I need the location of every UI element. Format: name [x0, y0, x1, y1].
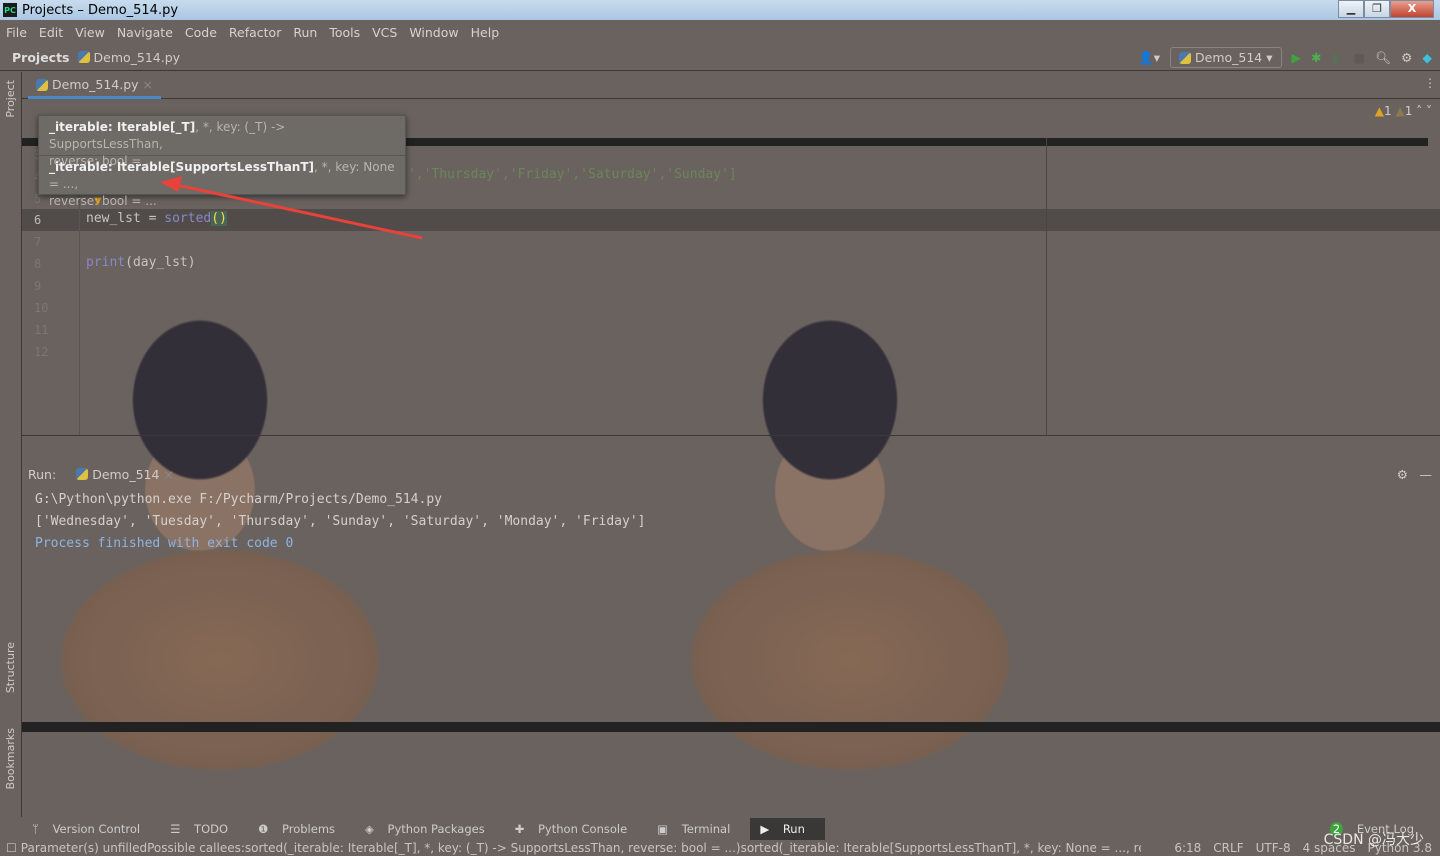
- tool-todo[interactable]: ☰ TODO: [160, 818, 248, 840]
- run-console-output[interactable]: G:\Python\python.exe F:/Pycharm/Projects…: [35, 489, 645, 555]
- gear-icon[interactable]: ⚙: [1397, 467, 1408, 482]
- arrow-shaft: [171, 182, 423, 240]
- tool-terminal[interactable]: ▣ Terminal: [647, 818, 750, 840]
- label: Terminal: [681, 822, 731, 836]
- line-separator[interactable]: CRLF: [1213, 841, 1243, 855]
- label: TODO: [194, 822, 229, 836]
- console-line: ['Wednesday', 'Tuesday', 'Thursday', 'Su…: [35, 514, 646, 529]
- panel-divider: [22, 722, 1440, 732]
- arrow-head: [160, 176, 182, 192]
- tool-python-console[interactable]: ✚ Python Console: [505, 818, 647, 840]
- python-icon: [76, 468, 89, 480]
- run-tab[interactable]: Demo_514: [92, 467, 159, 482]
- minimize-panel-icon[interactable]: —: [1420, 467, 1433, 482]
- status-message: Parameter(s) unfilledPossible callees:so…: [20, 841, 1141, 855]
- tool-python-packages[interactable]: ◈ Python Packages: [355, 818, 505, 840]
- status-toggle-icon[interactable]: ☐: [6, 841, 17, 855]
- tool-version-control[interactable]: ᛘ Version Control: [22, 818, 160, 840]
- watermark: CSDN @冯大少: [1323, 832, 1424, 848]
- label: Python Packages: [387, 822, 485, 836]
- run-label: Run:: [28, 466, 57, 482]
- status-bar: ☐ Parameter(s) unfilledPossible callees:…: [0, 840, 1440, 856]
- tool-window-bar: ᛘ Version Control ☰ TODO ❶ Problems ◈ Py…: [22, 818, 1440, 840]
- label: Problems: [282, 822, 336, 836]
- tool-run[interactable]: ▶ Run: [750, 818, 825, 840]
- console-line: Process finished with exit code 0: [35, 536, 294, 551]
- tool-problems[interactable]: ❶ Problems: [248, 818, 355, 840]
- run-panel-header: Run: Demo_514 × ⚙ —: [22, 462, 1440, 486]
- caret-position[interactable]: 6:18: [1174, 841, 1201, 855]
- console-line: G:\Python\python.exe F:/Pycharm/Projects…: [35, 492, 442, 507]
- close-tab-icon[interactable]: ×: [163, 467, 173, 482]
- label: Version Control: [52, 822, 141, 836]
- label: Python Console: [538, 822, 628, 836]
- file-encoding[interactable]: UTF-8: [1256, 841, 1291, 855]
- label: Run: [782, 822, 805, 836]
